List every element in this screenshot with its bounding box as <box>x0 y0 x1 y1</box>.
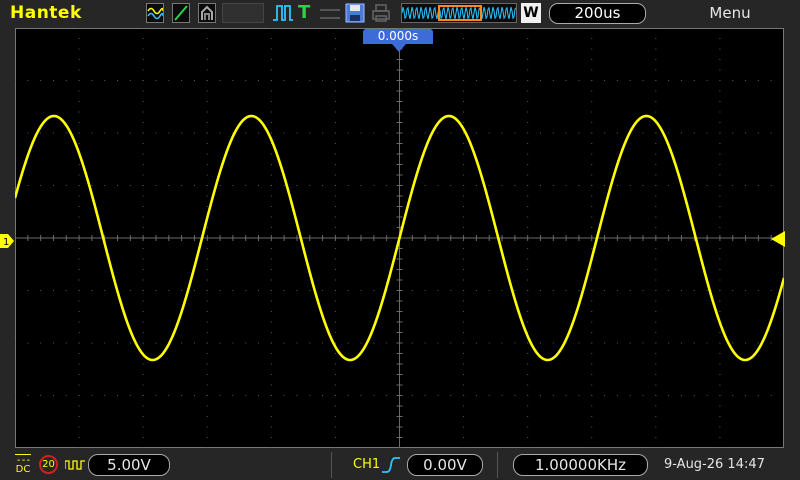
rising-edge-icon[interactable] <box>381 455 401 475</box>
ch1-ground-marker[interactable]: 1 <box>0 233 14 248</box>
waveform-screen[interactable] <box>15 28 784 448</box>
persist-icon[interactable] <box>198 3 216 23</box>
trigger-status-icon <box>272 3 294 23</box>
menu-button[interactable]: Menu <box>690 4 770 22</box>
trigger-state-indicator: T <box>298 2 311 23</box>
floppy-save-icon[interactable] <box>345 3 365 23</box>
print-icon[interactable] <box>371 3 391 23</box>
datetime-readout: 9-Aug-26 14:47 <box>664 457 765 472</box>
bandwidth-limit-indicator[interactable]: 20 <box>39 455 58 474</box>
probe-icon <box>320 9 340 19</box>
divider <box>497 452 498 478</box>
trigger-position-readout[interactable]: 0.000s <box>363 29 433 44</box>
ch1-waveform-trace <box>15 114 784 362</box>
wave-average-icon[interactable] <box>146 3 164 23</box>
ch1-marker-label: 1 <box>3 237 9 248</box>
divider <box>331 452 332 478</box>
top-status-bar: Hantek T W 200us Menu <box>0 0 800 28</box>
timebase-readout[interactable]: 200us <box>549 3 646 24</box>
vector-display-icon[interactable] <box>172 3 190 23</box>
trigger-position-pointer[interactable] <box>392 44 406 52</box>
volts-per-div-readout[interactable]: 5.00V <box>88 454 170 476</box>
brand-logo: Hantek <box>10 3 82 23</box>
trigger-level-readout[interactable]: 0.00V <box>407 454 483 476</box>
oscilloscope-display: Hantek T W 200us Menu 0.000s 1 - - - DC … <box>0 0 800 480</box>
mode-placeholder <box>222 3 264 23</box>
invert-wave-icon <box>65 460 85 470</box>
coupling-label: DC <box>15 464 31 475</box>
bottom-status-bar: - - - DC 20 5.00V CH1 0.00V 1.00000KHz 9… <box>0 450 800 480</box>
waveform-trace-layer <box>15 114 784 362</box>
memory-position-bar[interactable] <box>401 3 517 23</box>
memory-window-indicator[interactable] <box>438 5 482 21</box>
trigger-source-label[interactable]: CH1 <box>353 457 380 472</box>
ch1-coupling-indicator[interactable]: - - - DC <box>15 454 31 475</box>
window-mode-icon[interactable]: W <box>521 3 541 23</box>
frequency-readout: 1.00000KHz <box>513 454 648 476</box>
trigger-level-marker[interactable] <box>771 231 785 247</box>
